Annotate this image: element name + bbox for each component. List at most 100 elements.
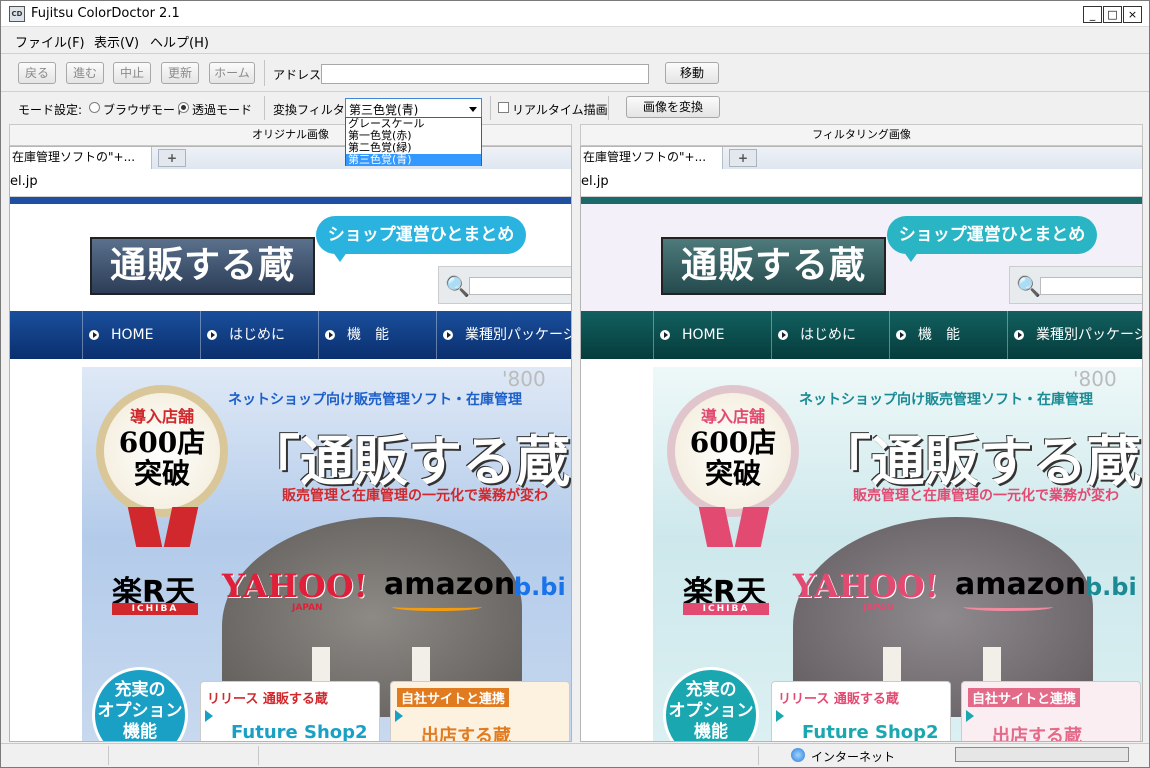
minimize-button[interactable]: _: [1083, 6, 1102, 23]
site-nav-label: はじめに: [229, 327, 285, 343]
site-nav-home: HOME: [653, 311, 771, 359]
site-nav-intro: はじめに: [771, 311, 889, 359]
hero-tagline: ネットショップ向け販売管理ソフト・在庫管理: [228, 392, 522, 408]
address-input[interactable]: [321, 64, 649, 84]
menu-file[interactable]: ファイル(F): [15, 32, 85, 51]
site-header: 通販する蔵 ショップ運営ひとまとめ 🔍: [10, 204, 571, 311]
achievement-medal: 導入店舗 600店 突破: [667, 385, 799, 517]
home-button[interactable]: ホーム: [209, 62, 255, 84]
promo-card-futureshop: リリース 通販する蔵 Future Shop2: [771, 681, 951, 741]
transparent-mode-label[interactable]: 透過モード: [192, 101, 252, 118]
new-tab-icon[interactable]: +: [729, 149, 757, 167]
yahoo-logo: YAHOO! JAPAN: [793, 567, 939, 613]
app-icon: CD: [9, 6, 25, 22]
filter-dropdown-list: グレースケール 第一色覚(赤) 第二色覚(緑) 第三色覚(青): [345, 117, 482, 166]
amazon-logo: amazon: [955, 567, 1086, 611]
original-pane-header: オリジナル画像: [9, 124, 572, 146]
medal-line2: 600店: [689, 426, 777, 459]
site-header: 通販する蔵 ショップ運営ひとまとめ 🔍: [581, 204, 1142, 311]
toolbar-separator: [264, 60, 265, 86]
window-title: Fujitsu ColorDoctor 2.1: [31, 6, 180, 21]
promo-card-futureshop: リリース 通販する蔵 Future Shop2: [200, 681, 380, 741]
menu-view[interactable]: 表示(V): [94, 32, 139, 51]
site-hero-banner: '800 ネットショップ向け販売管理ソフト・在庫管理 「通販する蔵 販売管理と在…: [82, 367, 571, 741]
close-button[interactable]: ×: [1123, 6, 1142, 23]
search-icon: 🔍: [1016, 274, 1041, 298]
progress-bar: [955, 747, 1129, 762]
status-cell: [1, 746, 109, 765]
hero-tagline: ネットショップ向け販売管理ソフト・在庫管理: [799, 392, 1093, 408]
promo-card-shop: 自社サイトと連携 出店する蔵: [390, 681, 570, 741]
site-search-input: [1040, 277, 1142, 295]
rakuten-logo: 楽R天 ICHIBA: [683, 567, 769, 615]
bubble-tail: [901, 248, 921, 262]
browser-mode-label[interactable]: ブラウザモード: [103, 101, 187, 118]
medal-line2: 600店: [118, 426, 206, 459]
site-search: 🔍: [438, 266, 571, 304]
bidders-logo: b.bi: [1085, 573, 1137, 601]
site-nav-intro: はじめに: [200, 311, 318, 359]
original-image-pane: 在庫管理ソフトの"+... + el.jp 通販する蔵 ショップ運営ひとまとめ …: [9, 146, 572, 742]
arrow-bullet-icon: [896, 330, 906, 340]
chevron-down-icon[interactable]: [469, 107, 477, 112]
arrow-bullet-icon: [778, 330, 788, 340]
site-hero-banner: '800 ネットショップ向け販売管理ソフト・在庫管理 「通販する蔵 販売管理と在…: [653, 367, 1142, 741]
yahoo-logo: YAHOO! JAPAN: [222, 567, 368, 613]
new-tab-icon[interactable]: +: [158, 149, 186, 167]
browser-tabstrip: 在庫管理ソフトの"+... +: [10, 147, 571, 169]
arrow-right-icon: [205, 710, 213, 722]
site-top-band: [10, 197, 571, 204]
filter-option-tritan[interactable]: 第三色覚(青): [346, 154, 481, 166]
site-nav-packages: 業種別パッケージ: [436, 311, 571, 359]
internet-zone-icon: [791, 748, 805, 762]
amazon-smile-icon: [963, 603, 1053, 611]
arrow-right-icon: [966, 710, 974, 722]
back-button[interactable]: 戻る: [18, 62, 56, 84]
filter-selected-value: 第三色覚(青): [349, 103, 419, 117]
site-nav-label: 業種別パッケージ: [1036, 327, 1143, 343]
site-logo: 通販する蔵: [90, 237, 315, 295]
toolbar-separator: [264, 96, 265, 120]
filter-label: 変換フィルタ:: [273, 103, 349, 117]
toolbar-separator: [490, 96, 491, 120]
amazon-smile-icon: [392, 603, 482, 611]
site-nav-home: HOME: [82, 311, 200, 359]
status-cell: [259, 746, 759, 765]
arrow-bullet-icon: [443, 330, 453, 340]
site-search-input: [469, 277, 571, 295]
address-label: アドレス:: [273, 68, 326, 82]
site-nav-label: 機 能: [347, 327, 389, 343]
arrow-bullet-icon: [1014, 330, 1024, 340]
status-cell: [109, 746, 259, 765]
medal-line3: 突破: [704, 457, 761, 490]
convert-image-button[interactable]: 画像を変換: [626, 96, 720, 118]
url-bar: el.jp: [10, 169, 571, 197]
browser-tab[interactable]: 在庫管理ソフトの"+...: [581, 147, 723, 169]
browser-mode-radio[interactable]: [89, 102, 100, 113]
maximize-button[interactable]: □: [1103, 6, 1122, 23]
filter-select[interactable]: 第三色覚(青): [345, 98, 482, 118]
toolbar-separator: [608, 96, 609, 120]
site-top-band: [581, 197, 1142, 204]
realtime-checkbox[interactable]: [498, 102, 509, 113]
hero-subtitle: 販売管理と在庫管理の一元化で業務が変わ: [282, 488, 548, 504]
refresh-button[interactable]: 更新: [161, 62, 199, 84]
site-nav-label: HOME: [682, 327, 725, 343]
realtime-label[interactable]: リアルタイム描画: [512, 101, 608, 118]
internet-zone-label: インターネット: [811, 750, 896, 764]
stop-button[interactable]: 中止: [113, 62, 151, 84]
app-window: CD Fujitsu ColorDoctor 2.1 _ □ × ファイル(F)…: [0, 0, 1150, 768]
hero-subtitle: 販売管理と在庫管理の一元化で業務が変わ: [853, 488, 1119, 504]
transparent-mode-radio[interactable]: [178, 102, 189, 113]
amazon-logo: amazon: [384, 567, 515, 611]
arrow-bullet-icon: [660, 330, 670, 340]
menu-help[interactable]: ヘルプ(H): [150, 32, 209, 51]
browser-tab[interactable]: 在庫管理ソフトの"+...: [10, 147, 152, 169]
arrow-bullet-icon: [89, 330, 99, 340]
site-nav-packages: 業種別パッケージ: [1007, 311, 1143, 359]
medal-line1: 導入店舗: [129, 407, 194, 426]
go-button[interactable]: 移動: [665, 62, 719, 84]
arrow-right-icon: [776, 710, 784, 722]
arrow-bullet-icon: [207, 330, 217, 340]
forward-button[interactable]: 進む: [66, 62, 104, 84]
